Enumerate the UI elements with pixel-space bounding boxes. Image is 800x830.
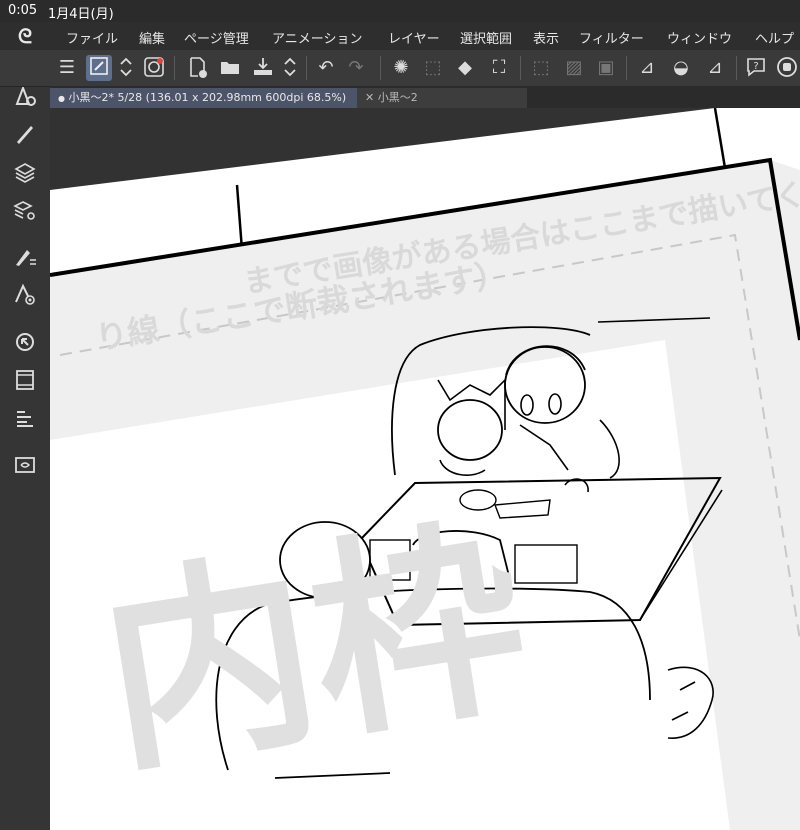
open-folder-icon[interactable]: [217, 55, 243, 81]
menu-filter[interactable]: フィルター: [579, 28, 644, 47]
brush-icon[interactable]: [11, 122, 39, 150]
toolbar-divider: [380, 56, 381, 80]
toolbar-divider: [306, 56, 307, 80]
menu-page-management[interactable]: ページ管理: [184, 28, 249, 47]
redo-icon[interactable]: ↷: [343, 55, 369, 81]
drawing-canvas[interactable]: までで画像がある場合はここまで描いてください り線（ここで断裁されます） 内枠: [50, 108, 800, 830]
menu-selection[interactable]: 選択範囲: [460, 28, 512, 47]
svg-text:?: ?: [753, 61, 758, 72]
clear-icon[interactable]: ▨: [561, 55, 587, 81]
clock: 0:05: [8, 3, 38, 18]
menu-animation[interactable]: アニメーション: [272, 28, 362, 47]
navigator-icon[interactable]: [11, 330, 39, 358]
loading-icon[interactable]: ✺: [388, 55, 414, 81]
toolbar-divider: [520, 56, 521, 80]
toolbar-divider: [626, 56, 627, 80]
timeline-icon[interactable]: [11, 368, 39, 396]
date: 1月4日(月): [48, 7, 114, 22]
toolbar-divider: [736, 56, 737, 80]
system-status-bar: 0:05 1月4日(月): [0, 0, 800, 22]
color-settings-icon[interactable]: [11, 282, 39, 310]
tool-settings-icon[interactable]: [11, 84, 39, 112]
menu-window[interactable]: ウィンドウ: [667, 28, 732, 47]
document-tab-bar: ● 小黒〜2* 5/28 (136.01 x 202.98mm 600dpi 6…: [50, 86, 800, 108]
menu-layer[interactable]: レイヤー: [388, 28, 440, 47]
text-icon[interactable]: ⊿: [702, 55, 728, 81]
toolbar-divider: [174, 56, 175, 80]
menu-edit[interactable]: 編集: [139, 28, 165, 47]
frame-icon[interactable]: ▣: [593, 55, 619, 81]
left-sidebar: « ›: [0, 50, 50, 830]
command-bar: ☰ ↶ ↷ ✺ ⬚ ◆ ⛶ ⬚ ▨ ▣ ⊿ ◒ ⊿ ?: [0, 50, 800, 87]
layer-property-icon[interactable]: [11, 198, 39, 226]
menu-icon[interactable]: ☰: [54, 55, 80, 81]
material-icon[interactable]: [11, 406, 39, 434]
tab-document-active-label: 小黒〜2* 5/28 (136.01 x 202.98mm 600dpi 68.…: [68, 91, 347, 104]
close-icon[interactable]: ✕: [365, 91, 374, 104]
tab-document-2[interactable]: ✕ 小黒〜2: [357, 88, 527, 108]
stepper-icon[interactable]: [280, 55, 300, 81]
layers-icon[interactable]: [11, 160, 39, 188]
help-icon[interactable]: ?: [743, 55, 769, 81]
record-icon[interactable]: [774, 55, 800, 81]
undo-icon[interactable]: ↶: [313, 55, 339, 81]
app-logo-icon[interactable]: ᘓ: [18, 25, 42, 47]
pen-tool-icon[interactable]: [86, 55, 112, 81]
menu-view[interactable]: 表示: [533, 28, 559, 47]
menu-file[interactable]: ファイル: [66, 28, 118, 47]
selection-icon[interactable]: ⬚: [420, 55, 446, 81]
save-icon[interactable]: [250, 55, 276, 81]
menu-bar: ᘓ ファイル 編集 ページ管理 アニメーション レイヤー 選択範囲 表示 フィル…: [0, 22, 800, 50]
tab-document-active[interactable]: ● 小黒〜2* 5/28 (136.01 x 202.98mm 600dpi 6…: [50, 88, 364, 108]
tab-document-2-label: 小黒〜2: [377, 91, 418, 104]
ruler-icon[interactable]: ⊿: [634, 55, 660, 81]
modified-dot-icon: ●: [58, 94, 65, 103]
bucket-icon[interactable]: ◒: [668, 55, 694, 81]
transform-icon[interactable]: ⛶: [486, 55, 512, 81]
deselect-icon[interactable]: ⬚: [528, 55, 554, 81]
spiral-icon[interactable]: [141, 55, 167, 81]
sub-tool-icon[interactable]: [11, 244, 39, 272]
fill-icon[interactable]: ◆: [452, 55, 478, 81]
speech-balloon-icon[interactable]: [11, 454, 39, 482]
stepper-icon[interactable]: [116, 55, 136, 81]
menu-help[interactable]: ヘルプ: [755, 28, 794, 47]
new-page-icon[interactable]: [185, 55, 211, 81]
